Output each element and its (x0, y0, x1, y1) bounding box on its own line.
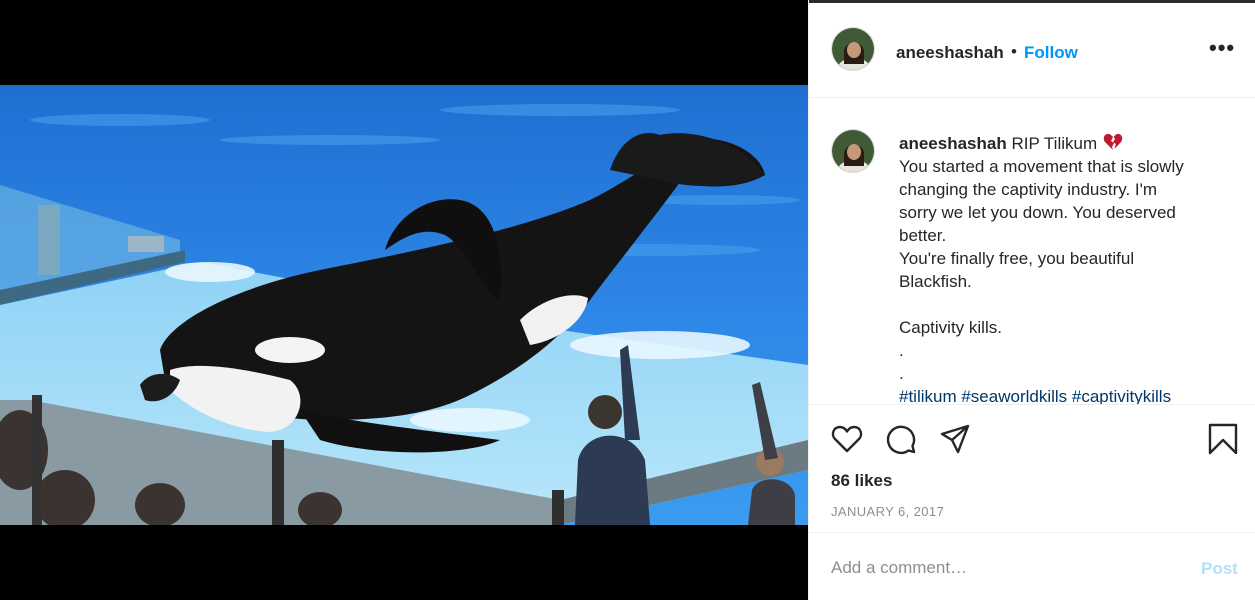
caption-line: You're finally free, you beautiful (899, 249, 1135, 268)
caption-username[interactable]: aneeshashah (899, 134, 1007, 153)
caption-line: Captivity kills. (899, 318, 1002, 337)
header-separator: • (1011, 42, 1017, 61)
caption-first-line: aneeshashah RIP Tilikum (899, 132, 1229, 155)
post-image (0, 0, 808, 600)
caption-line: changing the captivity industry. I'm (899, 180, 1158, 199)
caption-line: sorry we let you down. You deserved (899, 203, 1176, 222)
caption-text-start: RIP Tilikum (1011, 134, 1098, 153)
more-options-icon[interactable]: ••• (1209, 35, 1235, 61)
post-side-panel: aneeshashah • Follow ••• aneeshashah RIP… (808, 0, 1255, 600)
caption-dot: . (899, 364, 904, 383)
comment-input[interactable] (831, 555, 1181, 581)
post-caption: aneeshashah RIP Tilikum You started a mo… (899, 132, 1229, 404)
comment-icon[interactable] (884, 422, 918, 456)
caption-hashtags[interactable]: #tilikum #seaworldkills #captivitykills (899, 385, 1229, 404)
author-avatar[interactable] (831, 27, 875, 71)
likes-count[interactable]: 86 likes (831, 471, 892, 491)
caption-line: You started a movement that is slowly (899, 157, 1184, 176)
comments-section[interactable]: aneeshashah RIP Tilikum You started a mo… (809, 99, 1255, 404)
caption-line: better. (899, 226, 947, 245)
add-comment-bar: Post (809, 532, 1255, 600)
caption-author-avatar[interactable] (831, 129, 875, 173)
bookmark-icon[interactable] (1206, 422, 1240, 456)
share-icon[interactable] (938, 422, 972, 456)
post-header: aneeshashah • Follow ••• (809, 3, 1255, 98)
post-date[interactable]: JANUARY 6, 2017 (831, 504, 944, 519)
caption-gap (899, 293, 1229, 316)
post-actions: 86 likes JANUARY 6, 2017 (809, 404, 1255, 532)
author-username[interactable]: aneeshashah (896, 43, 1004, 63)
post-comment-button[interactable]: Post (1201, 559, 1238, 579)
broken-heart-emoji-icon (1103, 133, 1123, 150)
follow-button[interactable]: Follow (1024, 43, 1078, 63)
post-media[interactable] (0, 0, 808, 600)
caption-line: Blackfish. (899, 272, 972, 291)
caption-dot: . (899, 341, 904, 360)
heart-icon[interactable] (830, 422, 864, 456)
